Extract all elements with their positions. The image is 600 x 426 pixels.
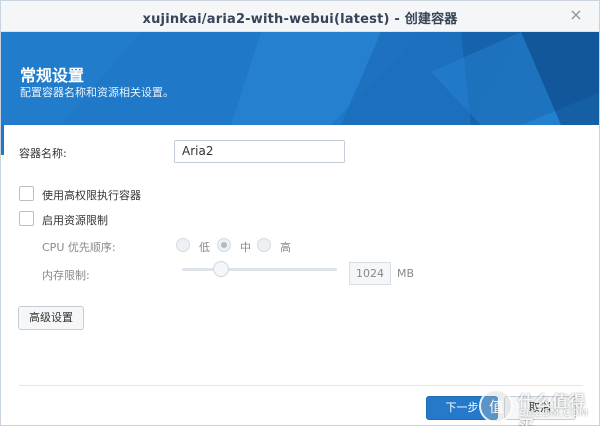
memory-limit-label: 内存限制: (42, 269, 90, 282)
watermark-url: SMZDM.COM (519, 408, 589, 419)
watermark-glyph: 值 (489, 398, 505, 416)
container-name-label: 容器名称: (19, 147, 67, 160)
advanced-settings-button[interactable]: 高级设置 (18, 306, 84, 330)
privileged-checkbox[interactable] (19, 186, 34, 201)
cpu-priority-medium-label: 中 (240, 241, 251, 254)
memory-slider-thumb[interactable] (213, 261, 229, 277)
title-bar: xujinkai/aria2-with-webui(latest) - 创建容器… (1, 1, 599, 32)
cpu-priority-low-radio[interactable] (176, 238, 190, 252)
banner-background (1, 32, 599, 125)
footer-divider (19, 385, 583, 386)
header-banner: 常规设置 配置容器名称和资源相关设置。 (1, 32, 599, 125)
watermark-logo: 值 (479, 389, 513, 423)
window-title: xujinkai/aria2-with-webui(latest) - 创建容器 (142, 12, 458, 27)
cpu-priority-high-radio[interactable] (257, 238, 271, 252)
memory-value-input[interactable]: 1024 (349, 262, 391, 285)
watermark-text: 什么值得买 (518, 392, 587, 426)
cpu-priority-high-label: 高 (280, 241, 291, 254)
sidebar-accent (1, 125, 4, 155)
cpu-priority-low-label: 低 (199, 241, 210, 254)
resource-limit-checkbox[interactable] (19, 211, 34, 226)
memory-unit: MB (397, 267, 415, 280)
create-container-dialog: xujinkai/aria2-with-webui(latest) - 创建容器… (0, 0, 600, 426)
resource-limit-label: 启用资源限制 (42, 214, 108, 227)
cpu-priority-label: CPU 优先顺序: (42, 241, 116, 254)
memory-slider-track[interactable] (182, 268, 337, 271)
cpu-priority-medium-radio[interactable] (217, 238, 231, 252)
section-heading: 常规设置 (20, 66, 85, 85)
close-icon[interactable]: × (567, 6, 585, 24)
container-name-input[interactable]: Aria2 (174, 140, 345, 163)
privileged-label: 使用高权限执行容器 (42, 189, 141, 202)
section-subheading: 配置容器名称和资源相关设置。 (20, 86, 174, 99)
